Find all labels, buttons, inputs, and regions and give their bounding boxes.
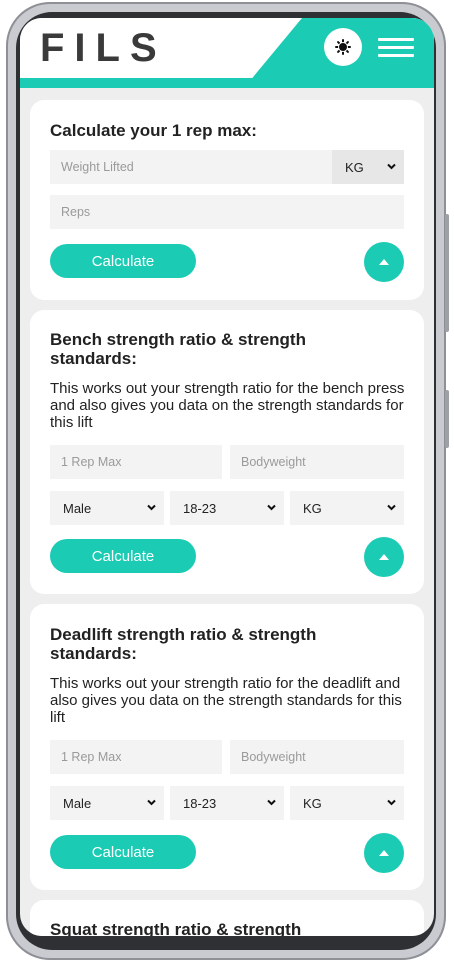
header-accent-bar bbox=[20, 78, 434, 88]
gender-select[interactable]: Male bbox=[50, 786, 164, 820]
weight-lifted-input[interactable]: Weight Lifted bbox=[50, 150, 334, 184]
sun-icon bbox=[335, 39, 351, 55]
unit-select[interactable]: KG bbox=[290, 491, 404, 525]
chevron-up-icon bbox=[379, 850, 389, 856]
chevron-down-icon bbox=[387, 799, 396, 807]
unit-select-value: KG bbox=[345, 159, 364, 175]
chevron-down-icon bbox=[267, 799, 276, 807]
chevron-down-icon bbox=[387, 504, 396, 512]
gender-select-value: Male bbox=[63, 795, 92, 811]
chevron-down-icon bbox=[267, 504, 276, 512]
unit-select-value: KG bbox=[303, 500, 322, 516]
collapse-button[interactable] bbox=[364, 242, 404, 282]
card-description: This works out your strength ratio for t… bbox=[50, 675, 402, 726]
bodyweight-input[interactable]: Bodyweight bbox=[230, 445, 404, 479]
chevron-up-icon bbox=[379, 554, 389, 560]
chevron-down-icon bbox=[387, 163, 396, 171]
app-screen: FILS Calculate your 1 rep max: Weight Li… bbox=[20, 18, 434, 936]
theme-toggle-button[interactable] bbox=[324, 28, 362, 66]
unit-select[interactable]: KG bbox=[332, 150, 404, 184]
volume-button bbox=[445, 214, 449, 332]
bodyweight-input[interactable]: Bodyweight bbox=[230, 740, 404, 774]
unit-select-value: KG bbox=[303, 795, 322, 811]
age-select-value: 18-23 bbox=[183, 795, 217, 811]
bench-ratio-card: Bench strength ratio & strength standard… bbox=[30, 310, 424, 594]
squat-ratio-card: Squat strength ratio & strength bbox=[30, 900, 424, 936]
power-button bbox=[445, 390, 449, 448]
age-select-value: 18-23 bbox=[183, 500, 217, 516]
one-rep-max-card: Calculate your 1 rep max: Weight Lifted … bbox=[30, 100, 424, 300]
card-title: Deadlift strength ratio & strength stand… bbox=[50, 625, 317, 663]
reps-input[interactable]: Reps bbox=[50, 195, 404, 229]
chevron-up-icon bbox=[379, 259, 389, 265]
unit-select[interactable]: KG bbox=[290, 786, 404, 820]
chevron-down-icon bbox=[147, 799, 156, 807]
collapse-button[interactable] bbox=[364, 537, 404, 577]
deadlift-ratio-card: Deadlift strength ratio & strength stand… bbox=[30, 604, 424, 890]
gender-select-value: Male bbox=[63, 500, 92, 516]
app-header: FILS bbox=[20, 18, 434, 88]
rep-max-input[interactable]: 1 Rep Max bbox=[50, 445, 222, 479]
card-description: This works out your strength ratio for t… bbox=[50, 380, 405, 431]
age-select[interactable]: 18-23 bbox=[170, 491, 284, 525]
gender-select[interactable]: Male bbox=[50, 491, 164, 525]
calculate-button[interactable]: Calculate bbox=[50, 835, 196, 869]
age-select[interactable]: 18-23 bbox=[170, 786, 284, 820]
chevron-down-icon bbox=[147, 504, 156, 512]
card-title: Bench strength ratio & strength standard… bbox=[50, 330, 306, 368]
card-title: Calculate your 1 rep max: bbox=[50, 121, 257, 140]
calculate-button[interactable]: Calculate bbox=[50, 244, 196, 278]
collapse-button[interactable] bbox=[364, 833, 404, 873]
rep-max-input[interactable]: 1 Rep Max bbox=[50, 740, 222, 774]
hamburger-menu-icon[interactable] bbox=[378, 38, 414, 58]
app-logo[interactable]: FILS bbox=[40, 26, 167, 71]
calculate-button[interactable]: Calculate bbox=[50, 539, 196, 573]
card-title: Squat strength ratio & strength bbox=[50, 920, 302, 936]
